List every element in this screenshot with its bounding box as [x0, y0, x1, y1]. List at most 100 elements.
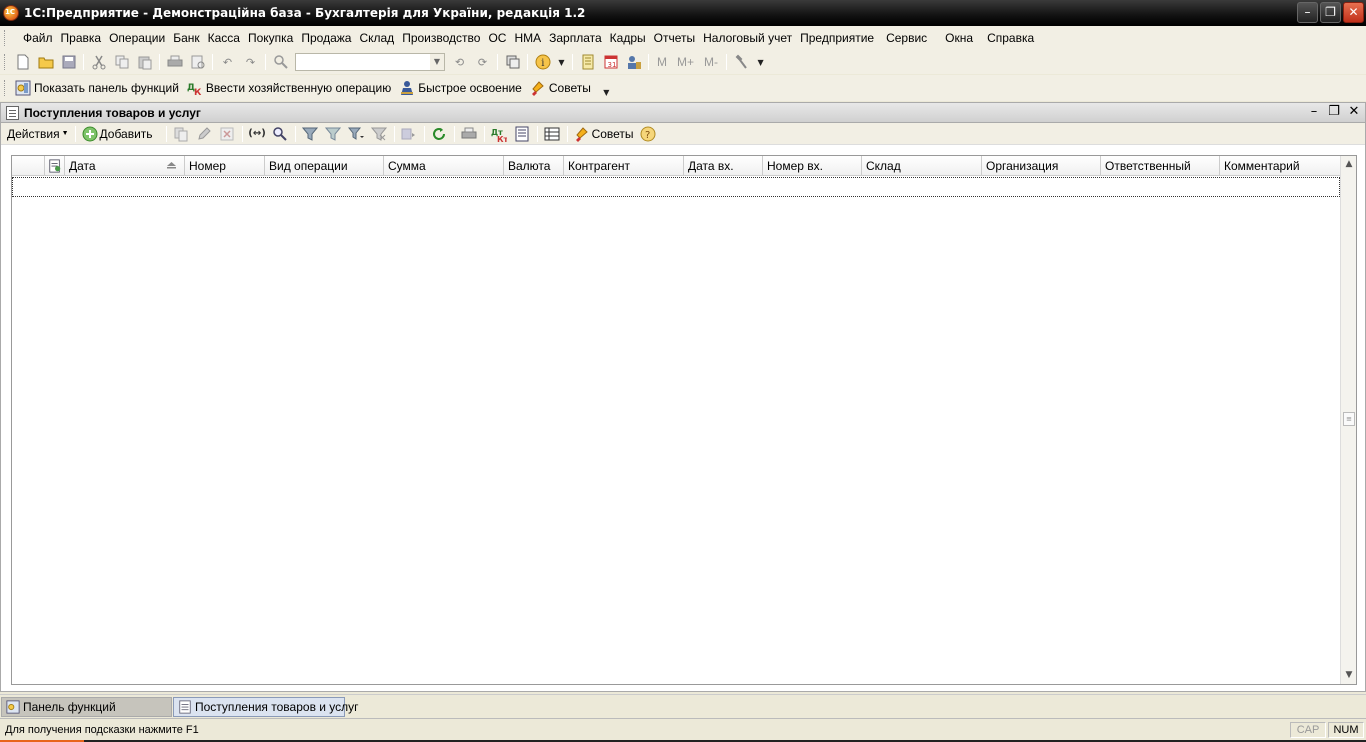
close-button[interactable]: ✕ [1343, 2, 1364, 23]
column-status-icon[interactable] [45, 156, 65, 176]
interval-icon[interactable]: (↔) [248, 126, 266, 142]
debit-credit-icon[interactable]: Дт Кт [491, 126, 507, 142]
menu-production[interactable]: Производство [398, 31, 484, 45]
quick-start-button[interactable]: Быстрое освоение [399, 80, 522, 96]
column-responsible[interactable]: Ответственный [1101, 156, 1220, 176]
menu-tax[interactable]: Налоговый учет [699, 31, 796, 45]
calendar-icon[interactable]: 31 [603, 54, 619, 70]
columns-icon[interactable] [544, 126, 560, 142]
print-icon[interactable] [167, 54, 183, 70]
column-comment[interactable]: Комментарий [1220, 156, 1340, 176]
menu-hr[interactable]: Кадры [606, 31, 650, 45]
document-restore-button[interactable]: ❐ [1327, 104, 1341, 119]
delete-icon[interactable] [219, 126, 235, 142]
column-number[interactable]: Номер [185, 156, 265, 176]
memory-minus-button[interactable]: M- [704, 55, 718, 69]
actions-menu-button[interactable]: Действия ▼ [7, 127, 69, 141]
column-marker[interactable] [12, 156, 45, 176]
document-close-button[interactable]: ✕ [1347, 104, 1361, 119]
save-icon[interactable] [61, 54, 77, 70]
windows-icon[interactable] [505, 54, 521, 70]
print-preview-icon[interactable] [190, 54, 206, 70]
info-icon[interactable]: i [535, 54, 551, 70]
refresh-icon[interactable] [431, 126, 447, 142]
menu-operations[interactable]: Операции [105, 31, 169, 45]
menu-intangible[interactable]: НМА [510, 31, 545, 45]
minimize-button[interactable]: – [1297, 2, 1318, 23]
find-prev-icon[interactable]: ⟳ [475, 54, 491, 70]
enter-operation-button[interactable]: ДК Ввести хозяйственную операцию [187, 80, 391, 98]
filter-history-icon[interactable] [348, 126, 365, 142]
dropdown-arrow-icon[interactable]: ▼ [558, 54, 566, 70]
menu-fixed-assets[interactable]: ОС [484, 31, 510, 45]
copy-item-icon[interactable] [173, 126, 189, 142]
toolbar-grip[interactable] [4, 80, 7, 96]
filter-by-value-icon[interactable] [325, 126, 342, 142]
column-organization[interactable]: Организация [982, 156, 1101, 176]
menu-reports[interactable]: Отчеты [650, 31, 699, 45]
calculator-icon[interactable] [580, 54, 596, 70]
column-date[interactable]: Дата [65, 156, 185, 176]
restore-button[interactable]: ❐ [1320, 2, 1341, 23]
document-minimize-button[interactable]: – [1307, 104, 1321, 119]
column-incoming-date[interactable]: Дата вх. [684, 156, 763, 176]
undo-icon[interactable]: ↶ [220, 54, 236, 70]
column-warehouse[interactable]: Склад [862, 156, 982, 176]
menu-edit[interactable]: Правка [57, 31, 106, 45]
add-button[interactable]: Добавить [82, 126, 153, 142]
users-icon[interactable] [626, 54, 642, 70]
scroll-thumb[interactable]: ≡ [1343, 412, 1355, 426]
tab-goods-receipts[interactable]: Поступления товаров и услуг [173, 696, 359, 717]
structure-icon[interactable] [514, 126, 530, 142]
copy-icon[interactable] [114, 54, 130, 70]
doc-tips-button[interactable]: Советы [574, 126, 634, 142]
search-input[interactable]: ▼ [295, 53, 445, 71]
new-document-icon[interactable] [15, 54, 31, 70]
paste-icon[interactable] [137, 54, 153, 70]
chevron-down-icon[interactable]: ▼ [430, 54, 444, 70]
menu-enterprise[interactable]: Предприятие [796, 31, 878, 45]
menu-file[interactable]: Файл [19, 31, 57, 45]
tab-function-panel[interactable]: Панель функций [1, 696, 172, 717]
column-counterparty[interactable]: Контрагент [564, 156, 684, 176]
tools-icon[interactable] [734, 54, 750, 70]
tips-button[interactable]: Советы [530, 80, 591, 96]
show-function-panel-button[interactable]: Показать панель функций [15, 80, 179, 96]
menu-service[interactable]: Сервис [882, 31, 931, 45]
filter-clear-icon[interactable] [371, 126, 388, 142]
cut-icon[interactable] [91, 54, 107, 70]
memory-m-button[interactable]: M [657, 55, 667, 69]
column-sum[interactable]: Сумма [384, 156, 504, 176]
search-icon[interactable] [273, 54, 289, 70]
menu-salary[interactable]: Зарплата [545, 31, 606, 45]
menu-cash[interactable]: Касса [204, 31, 244, 45]
open-folder-icon[interactable] [38, 54, 54, 70]
scroll-down-icon[interactable]: ▼ [1341, 667, 1357, 684]
find-next-icon[interactable]: ⟲ [452, 54, 468, 70]
dropdown-arrow-icon[interactable]: ▼ [602, 84, 610, 100]
based-on-icon[interactable] [401, 126, 417, 142]
memory-plus-button[interactable]: M+ [677, 55, 694, 69]
column-currency[interactable]: Валюта [504, 156, 564, 176]
documents-table[interactable]: Дата Номер Вид операции Сумма Валюта Кон… [11, 155, 1357, 685]
redo-icon[interactable]: ↷ [243, 54, 259, 70]
scroll-up-icon[interactable]: ▲ [1341, 156, 1357, 173]
menubar-grip[interactable] [4, 30, 7, 46]
column-operation-type[interactable]: Вид операции [265, 156, 384, 176]
menu-help[interactable]: Справка [983, 31, 1038, 45]
filter-settings-icon[interactable] [302, 126, 319, 142]
print-icon[interactable] [461, 126, 477, 142]
menu-purchase[interactable]: Покупка [244, 31, 297, 45]
table-row[interactable] [12, 177, 1340, 197]
menu-warehouse[interactable]: Склад [355, 31, 398, 45]
help-icon[interactable]: ? [640, 126, 656, 142]
menu-bank[interactable]: Банк [169, 31, 203, 45]
toolbar-grip[interactable] [4, 54, 7, 70]
column-incoming-number[interactable]: Номер вх. [763, 156, 862, 176]
menu-windows[interactable]: Окна [941, 31, 977, 45]
menu-sales[interactable]: Продажа [297, 31, 355, 45]
dropdown-arrow-icon[interactable]: ▼ [757, 54, 765, 70]
table-vertical-scrollbar[interactable]: ▲ ≡ ▼ [1340, 156, 1356, 684]
edit-pencil-icon[interactable] [196, 126, 212, 142]
find-icon[interactable] [272, 126, 288, 142]
